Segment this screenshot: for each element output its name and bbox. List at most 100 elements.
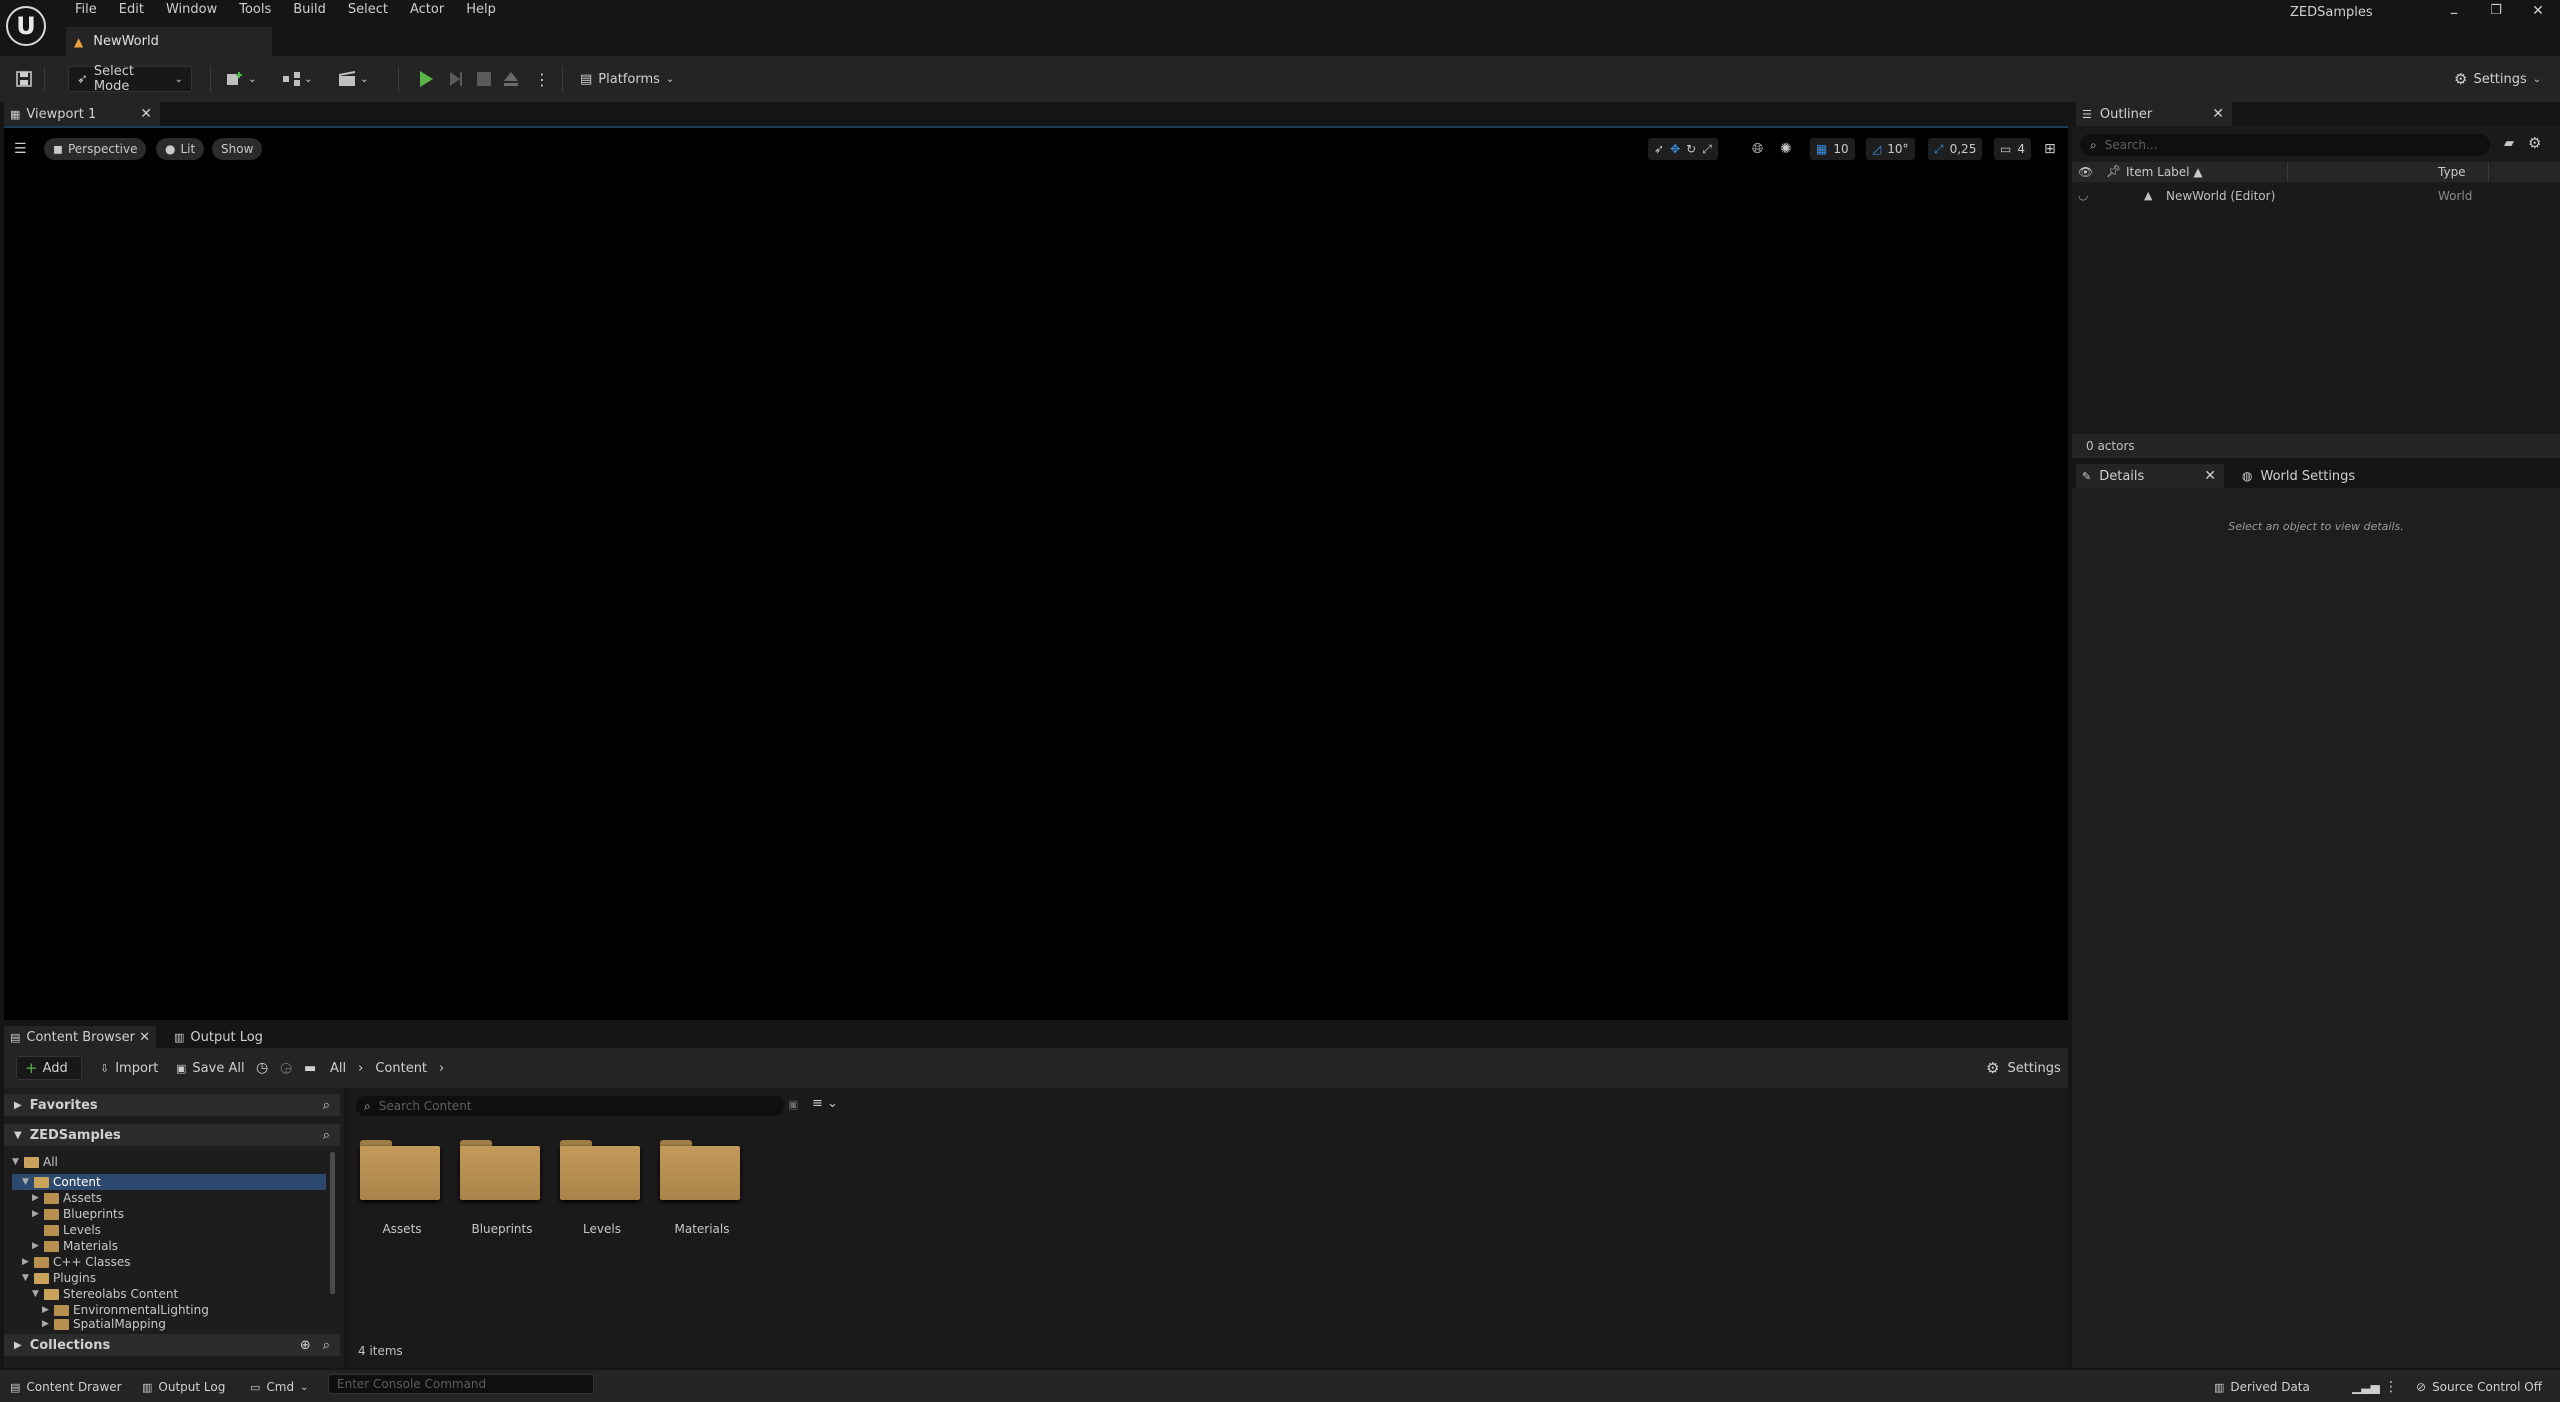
add-folder-icon[interactable]: ▰ xyxy=(2504,136,2514,151)
content-browser-settings-button[interactable]: ⚙ Settings xyxy=(1986,1056,2061,1080)
world-space-icon[interactable]: 🌐︎ xyxy=(1752,138,1763,160)
search-icon[interactable]: ⌕ xyxy=(323,1098,330,1113)
history-forward-icon[interactable]: ◶ xyxy=(280,1056,292,1080)
close-window-button[interactable]: ✕ xyxy=(2518,3,2558,27)
restore-button[interactable]: ❐ xyxy=(2476,3,2516,27)
project-section[interactable]: ▼ ZEDSamples ⌕ xyxy=(4,1124,340,1146)
close-icon[interactable]: ✕ xyxy=(140,106,152,122)
close-icon[interactable]: ✕ xyxy=(2212,106,2224,122)
tab-world-settings[interactable]: ◍ World Settings xyxy=(2234,464,2374,488)
show-button[interactable]: Show xyxy=(212,138,263,160)
filter-icon[interactable]: ≡ ⌄ xyxy=(812,1096,838,1111)
viewport-3d[interactable]: ☰ ◼ Perspective ● Lit Show ➶ ✥ ↻ ⤢ 🌐︎ ✺ … xyxy=(4,126,2068,1124)
close-icon[interactable]: ✕ xyxy=(2204,468,2216,484)
menu-actor[interactable]: Actor xyxy=(399,0,455,22)
tree-item-cpp-classes[interactable]: ▶ C++ Classes xyxy=(22,1254,131,1270)
source-control-button[interactable]: ⊘ Source Control Off xyxy=(2416,1378,2542,1396)
play-button[interactable] xyxy=(418,66,434,92)
tree-item-content[interactable]: ▼ Content xyxy=(22,1174,101,1190)
output-log-button[interactable]: ▥ Output Log xyxy=(142,1378,225,1396)
cmd-dropdown[interactable]: ▭ Cmd ⌄ xyxy=(250,1378,308,1396)
import-button[interactable]: ⇩ Import xyxy=(100,1056,158,1080)
gear-icon[interactable]: ⚙ xyxy=(2528,134,2541,152)
menu-build[interactable]: Build xyxy=(282,0,337,22)
trace-icon[interactable]: ▁▃▅ xyxy=(2352,1378,2380,1396)
tree-item-stereolabs-content[interactable]: ▼ Stereolabs Content xyxy=(32,1286,178,1302)
tab-outliner[interactable]: ☰ Outliner ✕ xyxy=(2076,102,2232,126)
minimize-button[interactable]: – xyxy=(2434,3,2474,27)
add-actor-icon[interactable]: ⌄ xyxy=(226,66,256,92)
folder-tile-materials[interactable] xyxy=(660,1140,740,1200)
content-search-input[interactable]: ⌕ Search Content xyxy=(356,1096,784,1116)
platforms-dropdown[interactable]: ▤ Platforms ⌄ xyxy=(580,66,674,92)
visibility-icon[interactable]: 👁︎ xyxy=(2078,165,2093,179)
menu-edit[interactable]: Edit xyxy=(108,0,155,22)
scale-tool-icon[interactable]: ⤢ xyxy=(1702,142,1712,157)
rotate-tool-icon[interactable]: ↻ xyxy=(1686,142,1696,156)
favorites-section[interactable]: ▶ Favorites ⌕ xyxy=(4,1094,340,1116)
perspective-button[interactable]: ◼ Perspective xyxy=(44,138,147,160)
translate-tool-icon[interactable]: ✥ xyxy=(1670,142,1680,156)
outliner-search-input[interactable]: ⌕ Search... xyxy=(2080,134,2490,156)
lit-button[interactable]: ● Lit xyxy=(156,138,205,160)
menu-window[interactable]: Window xyxy=(155,0,228,22)
tree-item-plugins[interactable]: ▼ Plugins xyxy=(22,1270,96,1286)
hamburger-menu-icon[interactable]: ☰ xyxy=(14,138,27,160)
stop-icon[interactable] xyxy=(476,66,492,92)
tree-item-all[interactable]: ▼ All xyxy=(12,1154,58,1170)
add-collection-icon[interactable]: ⊕ xyxy=(300,1338,311,1353)
save-all-button[interactable]: ▣ Save All xyxy=(176,1056,245,1080)
chevron-right-icon[interactable]: › xyxy=(358,1061,363,1076)
menu-select[interactable]: Select xyxy=(337,0,399,22)
search-icon[interactable]: ⌕ xyxy=(323,1128,330,1143)
close-icon[interactable]: ✕ xyxy=(139,1030,150,1045)
folder-icon[interactable]: ▬ xyxy=(304,1056,316,1080)
chevron-right-icon[interactable]: › xyxy=(439,1061,444,1076)
tree-scrollbar[interactable] xyxy=(330,1152,335,1294)
tree-item-blueprints[interactable]: ▶ Blueprints xyxy=(32,1206,124,1222)
console-input[interactable]: Enter Console Command xyxy=(328,1374,594,1394)
unreal-logo-icon[interactable]: U xyxy=(6,6,46,46)
collections-section[interactable]: ▶ Collections ⊕ ⌕ xyxy=(4,1334,340,1356)
grid-snap-toggle[interactable]: ▦ 10 xyxy=(1810,138,1855,160)
content-drawer-button[interactable]: ▤ Content Drawer xyxy=(10,1378,122,1396)
tab-viewport-1[interactable]: ▦ Viewport 1 ✕ xyxy=(4,102,160,126)
derived-data-button[interactable]: ▥ Derived Data xyxy=(2214,1378,2310,1396)
folder-tile-blueprints[interactable] xyxy=(460,1140,540,1200)
surface-snap-icon[interactable]: ✺ xyxy=(1780,138,1792,160)
visibility-eye-icon[interactable]: ◡ xyxy=(2078,188,2088,202)
tree-item-materials[interactable]: ▶ Materials xyxy=(32,1238,118,1254)
level-tab[interactable]: ▲ NewWorld xyxy=(66,27,272,56)
column-type[interactable]: Type xyxy=(2438,165,2466,179)
pin-icon[interactable]: 📌︎ xyxy=(2106,164,2121,178)
history-back-icon[interactable]: ◷ xyxy=(256,1056,268,1080)
step-icon[interactable] xyxy=(448,66,464,92)
table-row[interactable]: ◡ ▲ NewWorld (Editor) World xyxy=(2072,186,2560,206)
add-button[interactable]: + Add xyxy=(16,1056,82,1080)
save-icon[interactable] xyxy=(16,66,32,92)
save-search-icon[interactable]: ▣ xyxy=(788,1098,798,1111)
tree-item-spatial-mapping[interactable]: ▶ SpatialMapping xyxy=(42,1316,166,1332)
rotation-snap-toggle[interactable]: ◿ 10° xyxy=(1866,138,1915,160)
column-item-label[interactable]: Item Label ▲ xyxy=(2126,165,2203,179)
breadcrumb-content[interactable]: Content xyxy=(375,1061,427,1076)
folder-tile-assets[interactable] xyxy=(360,1140,440,1200)
tab-details[interactable]: ✎ Details ✕ xyxy=(2076,464,2224,488)
blueprint-icon[interactable]: ⌄ xyxy=(282,66,312,92)
select-mode-dropdown[interactable]: ➶ Select Mode ⌄ xyxy=(68,64,192,94)
tab-content-browser[interactable]: ▤ Content Browser ✕ xyxy=(4,1026,156,1048)
breadcrumb-all[interactable]: All xyxy=(330,1061,346,1076)
camera-speed-button[interactable]: ▭ 4 xyxy=(1994,138,2031,160)
folder-tile-levels[interactable] xyxy=(560,1140,640,1200)
menu-help[interactable]: Help xyxy=(455,0,507,22)
settings-dropdown[interactable]: ⚙ Settings ⌄ xyxy=(2454,66,2541,92)
eject-icon[interactable] xyxy=(503,66,519,92)
scale-snap-toggle[interactable]: ⤢ 0,25 xyxy=(1928,138,1983,160)
viewport-layout-icon[interactable]: ⊞ xyxy=(2044,138,2056,160)
menu-tools[interactable]: Tools xyxy=(228,0,282,22)
menu-file[interactable]: File xyxy=(64,0,108,22)
tab-output-log[interactable]: ▥ Output Log xyxy=(166,1026,276,1048)
more-options-icon[interactable]: ⋮ xyxy=(534,66,550,92)
more-options-icon[interactable]: ⋮ xyxy=(2384,1378,2398,1396)
tree-item-assets[interactable]: ▶ Assets xyxy=(32,1190,102,1206)
